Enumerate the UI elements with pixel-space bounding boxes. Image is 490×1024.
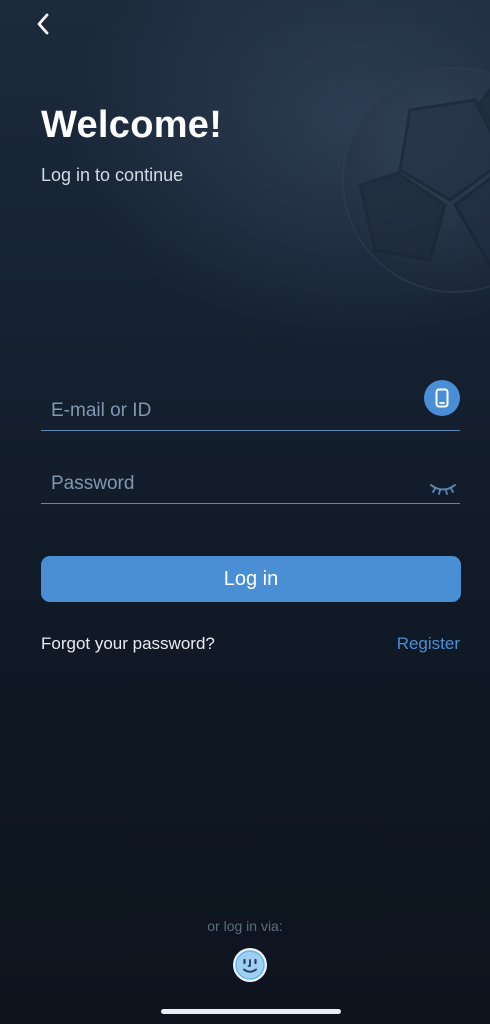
password-input[interactable] — [51, 473, 391, 495]
phone-login-toggle-button[interactable] — [424, 380, 460, 416]
page-title: Welcome! — [41, 104, 223, 146]
email-field-container — [41, 380, 460, 431]
login-screen: Welcome! Log in to continue Log in Forgo… — [0, 0, 490, 1024]
password-field-container — [41, 459, 460, 504]
page-subtitle: Log in to continue — [41, 165, 184, 185]
chevron-left-icon — [37, 13, 49, 35]
phone-icon — [435, 388, 449, 408]
face-id-login-button[interactable] — [232, 947, 268, 983]
forgot-password-link[interactable]: Forgot your password? — [41, 634, 215, 654]
soccer-ball-icon — [342, 67, 490, 293]
alt-login-label: or log in via: — [207, 918, 283, 934]
login-button[interactable]: Log in — [41, 556, 461, 602]
register-link[interactable]: Register — [397, 634, 460, 654]
show-password-toggle[interactable] — [428, 481, 458, 497]
home-indicator[interactable] — [161, 1009, 341, 1014]
email-input[interactable] — [51, 400, 391, 422]
back-button[interactable] — [28, 8, 58, 40]
face-id-icon — [233, 948, 267, 982]
eye-closed-icon — [430, 484, 456, 495]
